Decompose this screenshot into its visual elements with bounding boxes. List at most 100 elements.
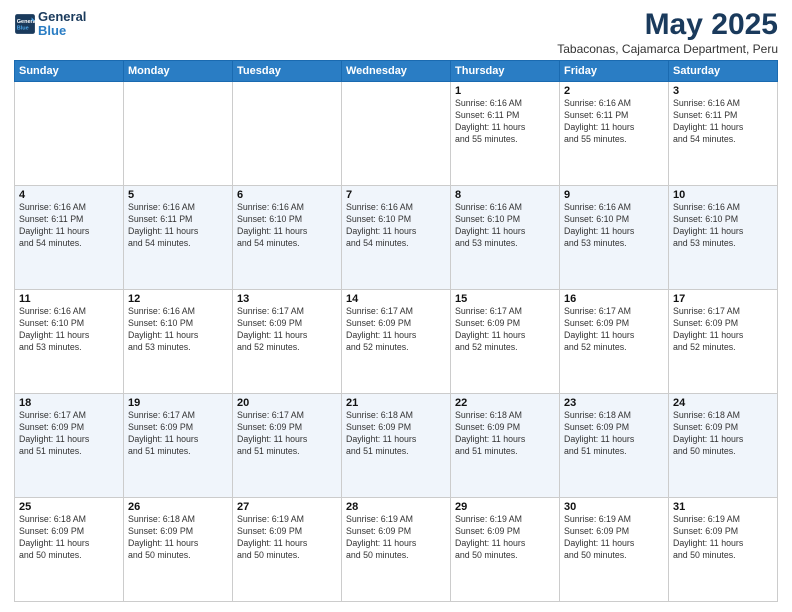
day-info: Sunrise: 6:17 AMSunset: 6:09 PMDaylight:… bbox=[346, 306, 446, 354]
calendar-day-26: 26Sunrise: 6:18 AMSunset: 6:09 PMDayligh… bbox=[124, 498, 233, 602]
calendar-day-13: 13Sunrise: 6:17 AMSunset: 6:09 PMDayligh… bbox=[233, 290, 342, 394]
calendar-day-15: 15Sunrise: 6:17 AMSunset: 6:09 PMDayligh… bbox=[451, 290, 560, 394]
header: General Blue General Blue May 2025 Tabac… bbox=[14, 10, 778, 56]
day-info: Sunrise: 6:16 AMSunset: 6:11 PMDaylight:… bbox=[455, 98, 555, 146]
column-header-wednesday: Wednesday bbox=[342, 61, 451, 82]
day-info: Sunrise: 6:18 AMSunset: 6:09 PMDaylight:… bbox=[455, 410, 555, 458]
day-number: 22 bbox=[455, 397, 555, 409]
day-info: Sunrise: 6:16 AMSunset: 6:10 PMDaylight:… bbox=[346, 202, 446, 250]
calendar-empty-cell bbox=[233, 82, 342, 186]
column-header-saturday: Saturday bbox=[669, 61, 778, 82]
day-info: Sunrise: 6:16 AMSunset: 6:10 PMDaylight:… bbox=[19, 306, 119, 354]
calendar-day-23: 23Sunrise: 6:18 AMSunset: 6:09 PMDayligh… bbox=[560, 394, 669, 498]
day-number: 12 bbox=[128, 293, 228, 305]
calendar-day-9: 9Sunrise: 6:16 AMSunset: 6:10 PMDaylight… bbox=[560, 186, 669, 290]
day-number: 30 bbox=[564, 501, 664, 513]
day-info: Sunrise: 6:19 AMSunset: 6:09 PMDaylight:… bbox=[346, 514, 446, 562]
calendar-week-row: 4Sunrise: 6:16 AMSunset: 6:11 PMDaylight… bbox=[15, 186, 778, 290]
day-number: 18 bbox=[19, 397, 119, 409]
calendar-day-25: 25Sunrise: 6:18 AMSunset: 6:09 PMDayligh… bbox=[15, 498, 124, 602]
calendar-day-6: 6Sunrise: 6:16 AMSunset: 6:10 PMDaylight… bbox=[233, 186, 342, 290]
day-info: Sunrise: 6:18 AMSunset: 6:09 PMDaylight:… bbox=[346, 410, 446, 458]
day-number: 2 bbox=[564, 85, 664, 97]
calendar-day-19: 19Sunrise: 6:17 AMSunset: 6:09 PMDayligh… bbox=[124, 394, 233, 498]
day-info: Sunrise: 6:16 AMSunset: 6:11 PMDaylight:… bbox=[673, 98, 773, 146]
day-number: 23 bbox=[564, 397, 664, 409]
day-info: Sunrise: 6:19 AMSunset: 6:09 PMDaylight:… bbox=[455, 514, 555, 562]
day-info: Sunrise: 6:16 AMSunset: 6:11 PMDaylight:… bbox=[19, 202, 119, 250]
day-number: 29 bbox=[455, 501, 555, 513]
day-number: 31 bbox=[673, 501, 773, 513]
day-number: 9 bbox=[564, 189, 664, 201]
logo: General Blue General Blue bbox=[14, 10, 86, 39]
day-number: 6 bbox=[237, 189, 337, 201]
day-info: Sunrise: 6:18 AMSunset: 6:09 PMDaylight:… bbox=[19, 514, 119, 562]
day-number: 4 bbox=[19, 189, 119, 201]
calendar-day-28: 28Sunrise: 6:19 AMSunset: 6:09 PMDayligh… bbox=[342, 498, 451, 602]
day-number: 25 bbox=[19, 501, 119, 513]
day-info: Sunrise: 6:18 AMSunset: 6:09 PMDaylight:… bbox=[128, 514, 228, 562]
day-number: 1 bbox=[455, 85, 555, 97]
day-info: Sunrise: 6:17 AMSunset: 6:09 PMDaylight:… bbox=[19, 410, 119, 458]
calendar-day-5: 5Sunrise: 6:16 AMSunset: 6:11 PMDaylight… bbox=[124, 186, 233, 290]
day-info: Sunrise: 6:16 AMSunset: 6:10 PMDaylight:… bbox=[455, 202, 555, 250]
subtitle: Tabaconas, Cajamarca Department, Peru bbox=[557, 42, 778, 56]
calendar-day-12: 12Sunrise: 6:16 AMSunset: 6:10 PMDayligh… bbox=[124, 290, 233, 394]
day-info: Sunrise: 6:17 AMSunset: 6:09 PMDaylight:… bbox=[128, 410, 228, 458]
day-info: Sunrise: 6:16 AMSunset: 6:10 PMDaylight:… bbox=[564, 202, 664, 250]
calendar-day-3: 3Sunrise: 6:16 AMSunset: 6:11 PMDaylight… bbox=[669, 82, 778, 186]
day-number: 13 bbox=[237, 293, 337, 305]
day-info: Sunrise: 6:16 AMSunset: 6:11 PMDaylight:… bbox=[564, 98, 664, 146]
logo-icon: General Blue bbox=[14, 13, 36, 35]
day-info: Sunrise: 6:17 AMSunset: 6:09 PMDaylight:… bbox=[237, 410, 337, 458]
day-info: Sunrise: 6:17 AMSunset: 6:09 PMDaylight:… bbox=[564, 306, 664, 354]
day-number: 24 bbox=[673, 397, 773, 409]
day-info: Sunrise: 6:16 AMSunset: 6:10 PMDaylight:… bbox=[673, 202, 773, 250]
day-info: Sunrise: 6:16 AMSunset: 6:11 PMDaylight:… bbox=[128, 202, 228, 250]
column-header-friday: Friday bbox=[560, 61, 669, 82]
month-title: May 2025 bbox=[557, 10, 778, 40]
day-info: Sunrise: 6:18 AMSunset: 6:09 PMDaylight:… bbox=[673, 410, 773, 458]
calendar-empty-cell bbox=[124, 82, 233, 186]
day-number: 14 bbox=[346, 293, 446, 305]
day-number: 16 bbox=[564, 293, 664, 305]
calendar-table: SundayMondayTuesdayWednesdayThursdayFrid… bbox=[14, 60, 778, 602]
day-number: 5 bbox=[128, 189, 228, 201]
day-info: Sunrise: 6:17 AMSunset: 6:09 PMDaylight:… bbox=[455, 306, 555, 354]
day-number: 10 bbox=[673, 189, 773, 201]
calendar-day-16: 16Sunrise: 6:17 AMSunset: 6:09 PMDayligh… bbox=[560, 290, 669, 394]
day-number: 27 bbox=[237, 501, 337, 513]
page: General Blue General Blue May 2025 Tabac… bbox=[0, 0, 792, 612]
day-number: 11 bbox=[19, 293, 119, 305]
column-header-sunday: Sunday bbox=[15, 61, 124, 82]
calendar-empty-cell bbox=[15, 82, 124, 186]
day-info: Sunrise: 6:19 AMSunset: 6:09 PMDaylight:… bbox=[237, 514, 337, 562]
calendar-day-31: 31Sunrise: 6:19 AMSunset: 6:09 PMDayligh… bbox=[669, 498, 778, 602]
calendar-week-row: 1Sunrise: 6:16 AMSunset: 6:11 PMDaylight… bbox=[15, 82, 778, 186]
day-number: 15 bbox=[455, 293, 555, 305]
column-header-monday: Monday bbox=[124, 61, 233, 82]
calendar-day-7: 7Sunrise: 6:16 AMSunset: 6:10 PMDaylight… bbox=[342, 186, 451, 290]
title-block: May 2025 Tabaconas, Cajamarca Department… bbox=[557, 10, 778, 56]
day-info: Sunrise: 6:17 AMSunset: 6:09 PMDaylight:… bbox=[237, 306, 337, 354]
day-number: 26 bbox=[128, 501, 228, 513]
svg-text:Blue: Blue bbox=[17, 26, 29, 32]
day-info: Sunrise: 6:19 AMSunset: 6:09 PMDaylight:… bbox=[564, 514, 664, 562]
calendar-week-row: 18Sunrise: 6:17 AMSunset: 6:09 PMDayligh… bbox=[15, 394, 778, 498]
calendar-week-row: 11Sunrise: 6:16 AMSunset: 6:10 PMDayligh… bbox=[15, 290, 778, 394]
day-number: 28 bbox=[346, 501, 446, 513]
calendar-day-27: 27Sunrise: 6:19 AMSunset: 6:09 PMDayligh… bbox=[233, 498, 342, 602]
logo-text: General Blue bbox=[38, 10, 86, 39]
calendar-day-29: 29Sunrise: 6:19 AMSunset: 6:09 PMDayligh… bbox=[451, 498, 560, 602]
calendar-day-22: 22Sunrise: 6:18 AMSunset: 6:09 PMDayligh… bbox=[451, 394, 560, 498]
day-info: Sunrise: 6:18 AMSunset: 6:09 PMDaylight:… bbox=[564, 410, 664, 458]
day-number: 19 bbox=[128, 397, 228, 409]
calendar-header-row: SundayMondayTuesdayWednesdayThursdayFrid… bbox=[15, 61, 778, 82]
day-number: 21 bbox=[346, 397, 446, 409]
calendar-day-14: 14Sunrise: 6:17 AMSunset: 6:09 PMDayligh… bbox=[342, 290, 451, 394]
calendar-week-row: 25Sunrise: 6:18 AMSunset: 6:09 PMDayligh… bbox=[15, 498, 778, 602]
calendar-day-21: 21Sunrise: 6:18 AMSunset: 6:09 PMDayligh… bbox=[342, 394, 451, 498]
calendar-day-2: 2Sunrise: 6:16 AMSunset: 6:11 PMDaylight… bbox=[560, 82, 669, 186]
day-info: Sunrise: 6:19 AMSunset: 6:09 PMDaylight:… bbox=[673, 514, 773, 562]
calendar-day-30: 30Sunrise: 6:19 AMSunset: 6:09 PMDayligh… bbox=[560, 498, 669, 602]
